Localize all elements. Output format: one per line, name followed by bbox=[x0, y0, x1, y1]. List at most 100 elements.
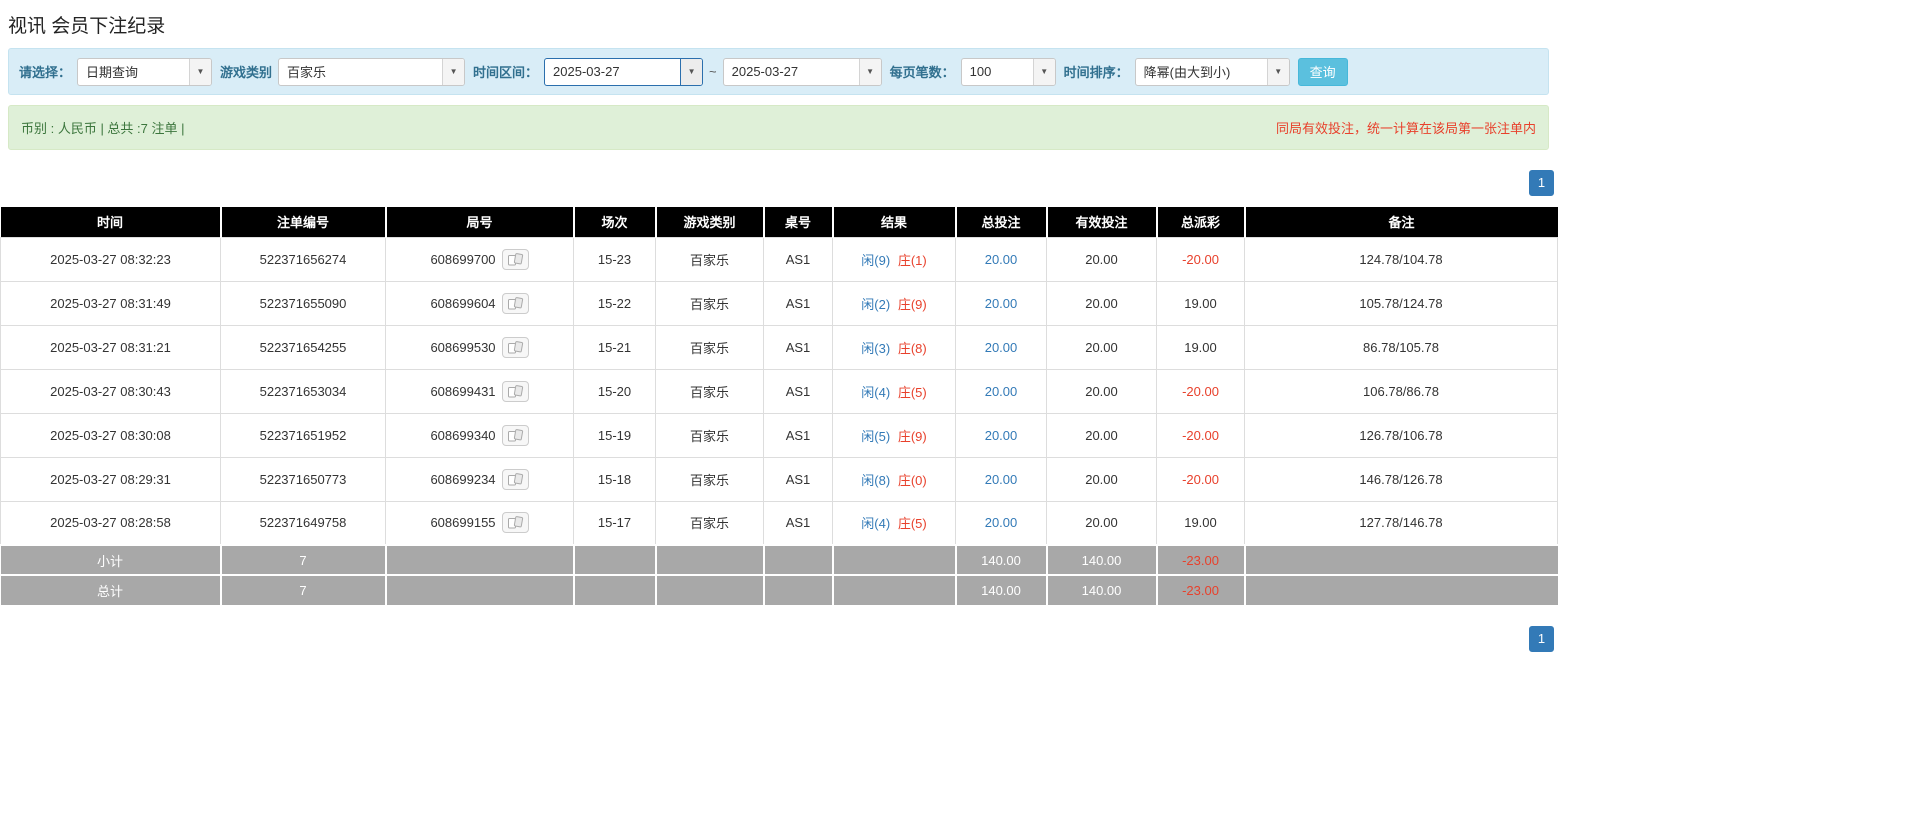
cell-result: 闲(4) 庄(5) bbox=[832, 368, 956, 414]
sort-select[interactable]: 降幂(由大到小) ▼ bbox=[1134, 57, 1290, 86]
round-number: 608699431 bbox=[430, 383, 496, 399]
query-type-select[interactable]: 日期查询 ▼ bbox=[77, 57, 213, 86]
total-bet-link[interactable]: 20.00 bbox=[985, 252, 1018, 267]
table-row: 2025-03-27 08:28:58 522371649758 6086991… bbox=[0, 500, 1558, 546]
sort-group: 时间排序： 降幂(由大到小) ▼ bbox=[1063, 57, 1290, 86]
cell-session: 15-21 bbox=[573, 324, 656, 370]
cell-payout: -20.00 bbox=[1156, 368, 1245, 414]
total-bet-link[interactable]: 20.00 bbox=[985, 296, 1018, 311]
header-remark: 备注 bbox=[1243, 207, 1558, 237]
header-payout: 总派彩 bbox=[1155, 207, 1245, 237]
result-cards-icon[interactable] bbox=[501, 424, 529, 446]
cell-round: 608699340 bbox=[385, 412, 574, 458]
page-size-label: 每页笔数： bbox=[889, 65, 955, 80]
total-total-bet: 140.00 bbox=[954, 574, 1047, 605]
date-from-value: 2025-03-27 bbox=[553, 64, 620, 79]
page-container: 视讯 会员下注纪录 请选择： 日期查询 ▼ 游戏类别 百家乐 ▼ 时间区间： 2… bbox=[0, 0, 1558, 667]
cell-time: 2025-03-27 08:32:23 bbox=[0, 236, 221, 282]
date-to-select[interactable]: 2025-03-27 ▼ bbox=[722, 57, 882, 86]
result-cards-icon[interactable] bbox=[501, 336, 529, 358]
total-bet-link[interactable]: 20.00 bbox=[985, 515, 1018, 530]
subtotal-total-bet: 140.00 bbox=[954, 544, 1047, 575]
page-title: 视讯 会员下注纪录 bbox=[8, 16, 166, 37]
date-range-separator: ~ bbox=[709, 64, 717, 79]
chevron-down-icon[interactable]: ▼ bbox=[1266, 58, 1289, 85]
page-button-1[interactable]: 1 bbox=[1529, 626, 1554, 652]
cell-table-no: AS1 bbox=[763, 324, 833, 370]
result-cards-icon[interactable] bbox=[501, 248, 529, 270]
cell-game-type: 百家乐 bbox=[655, 368, 764, 414]
cell-bet-id: 522371656274 bbox=[220, 236, 386, 282]
total-valid-bet: 140.00 bbox=[1045, 574, 1157, 605]
total-empty-cell bbox=[572, 574, 656, 605]
result-banker: 庄(0) bbox=[897, 472, 927, 488]
sort-label: 时间排序： bbox=[1063, 65, 1129, 80]
game-type-value: 百家乐 bbox=[287, 65, 327, 80]
cell-total-bet: 20.00 bbox=[955, 412, 1047, 458]
filter-bar: 请选择： 日期查询 ▼ 游戏类别 百家乐 ▼ 时间区间： 2025-03-27 … bbox=[8, 48, 1549, 95]
total-bet-link[interactable]: 20.00 bbox=[985, 428, 1018, 443]
cell-remark: 127.78/146.78 bbox=[1244, 500, 1558, 546]
result-banker: 庄(8) bbox=[897, 340, 927, 356]
subtotal-valid-bet: 140.00 bbox=[1045, 544, 1157, 575]
round-number: 608699340 bbox=[430, 427, 496, 443]
search-button[interactable]: 查询 bbox=[1297, 57, 1348, 86]
currency-total-summary: 币别 : 人民币 | 总共 :7 注单 | bbox=[21, 121, 185, 136]
header-table-no: 桌号 bbox=[762, 207, 833, 237]
total-empty-cell bbox=[762, 574, 833, 605]
header-total-bet: 总投注 bbox=[954, 207, 1047, 237]
result-player: 闲(2) bbox=[861, 296, 891, 312]
page-size-value: 100 bbox=[969, 64, 992, 79]
round-number: 608699530 bbox=[430, 339, 496, 355]
chevron-down-icon[interactable]: ▼ bbox=[858, 58, 881, 85]
cell-table-no: AS1 bbox=[763, 236, 833, 282]
header-time: 时间 bbox=[0, 207, 221, 237]
chevron-down-icon[interactable]: ▼ bbox=[442, 58, 465, 85]
cell-remark: 146.78/126.78 bbox=[1244, 456, 1558, 502]
query-type-value: 日期查询 bbox=[86, 65, 139, 80]
total-bet-link[interactable]: 20.00 bbox=[985, 472, 1018, 487]
result-cards-icon[interactable] bbox=[501, 292, 529, 314]
total-empty-cell bbox=[1243, 574, 1558, 605]
chevron-down-icon[interactable]: ▼ bbox=[1032, 58, 1055, 85]
cell-session: 15-23 bbox=[573, 236, 656, 282]
result-player: 闲(5) bbox=[861, 428, 891, 444]
cell-bet-id: 522371650773 bbox=[220, 456, 386, 502]
cell-remark: 106.78/86.78 bbox=[1244, 368, 1558, 414]
result-cards-icon[interactable] bbox=[501, 468, 529, 490]
page-button-1[interactable]: 1 bbox=[1529, 170, 1554, 196]
cell-remark: 124.78/104.78 bbox=[1244, 236, 1558, 282]
total-bet-link[interactable]: 20.00 bbox=[985, 340, 1018, 355]
game-type-select[interactable]: 百家乐 ▼ bbox=[278, 57, 466, 86]
subtotal-count: 7 bbox=[219, 544, 386, 575]
cell-round: 608699431 bbox=[385, 368, 574, 414]
table-row: 2025-03-27 08:29:31 522371650773 6086992… bbox=[0, 456, 1558, 502]
cell-payout: 19.00 bbox=[1156, 280, 1245, 326]
subtotal-empty-cell bbox=[762, 544, 833, 575]
cell-result: 闲(4) 庄(5) bbox=[832, 500, 956, 546]
cell-round: 608699604 bbox=[385, 280, 574, 326]
table-row: 2025-03-27 08:31:21 522371654255 6086995… bbox=[0, 324, 1558, 370]
total-label: 总计 bbox=[0, 574, 221, 605]
header-round: 局号 bbox=[384, 207, 574, 237]
cell-game-type: 百家乐 bbox=[655, 456, 764, 502]
result-player: 闲(8) bbox=[861, 472, 891, 488]
subtotal-payout: -23.00 bbox=[1155, 544, 1245, 575]
cell-valid-bet: 20.00 bbox=[1046, 456, 1157, 502]
total-row: 总计 7 140.00 140.00 -23.00 bbox=[0, 574, 1558, 605]
date-from-select[interactable]: 2025-03-27 ▼ bbox=[544, 57, 704, 86]
total-bet-link[interactable]: 20.00 bbox=[985, 384, 1018, 399]
cell-round: 608699700 bbox=[385, 236, 574, 282]
total-count: 7 bbox=[219, 574, 386, 605]
result-cards-icon[interactable] bbox=[501, 380, 529, 402]
chevron-down-icon[interactable]: ▼ bbox=[189, 58, 212, 85]
cell-payout: 19.00 bbox=[1156, 324, 1245, 370]
chevron-down-icon[interactable]: ▼ bbox=[680, 58, 703, 85]
result-cards-icon[interactable] bbox=[501, 512, 529, 534]
page-size-select[interactable]: 100 ▼ bbox=[960, 57, 1056, 86]
cell-result: 闲(2) 庄(9) bbox=[832, 280, 956, 326]
cell-valid-bet: 20.00 bbox=[1046, 412, 1157, 458]
cell-bet-id: 522371649758 bbox=[220, 500, 386, 546]
cell-bet-id: 522371653034 bbox=[220, 368, 386, 414]
result-banker: 庄(5) bbox=[897, 384, 927, 400]
